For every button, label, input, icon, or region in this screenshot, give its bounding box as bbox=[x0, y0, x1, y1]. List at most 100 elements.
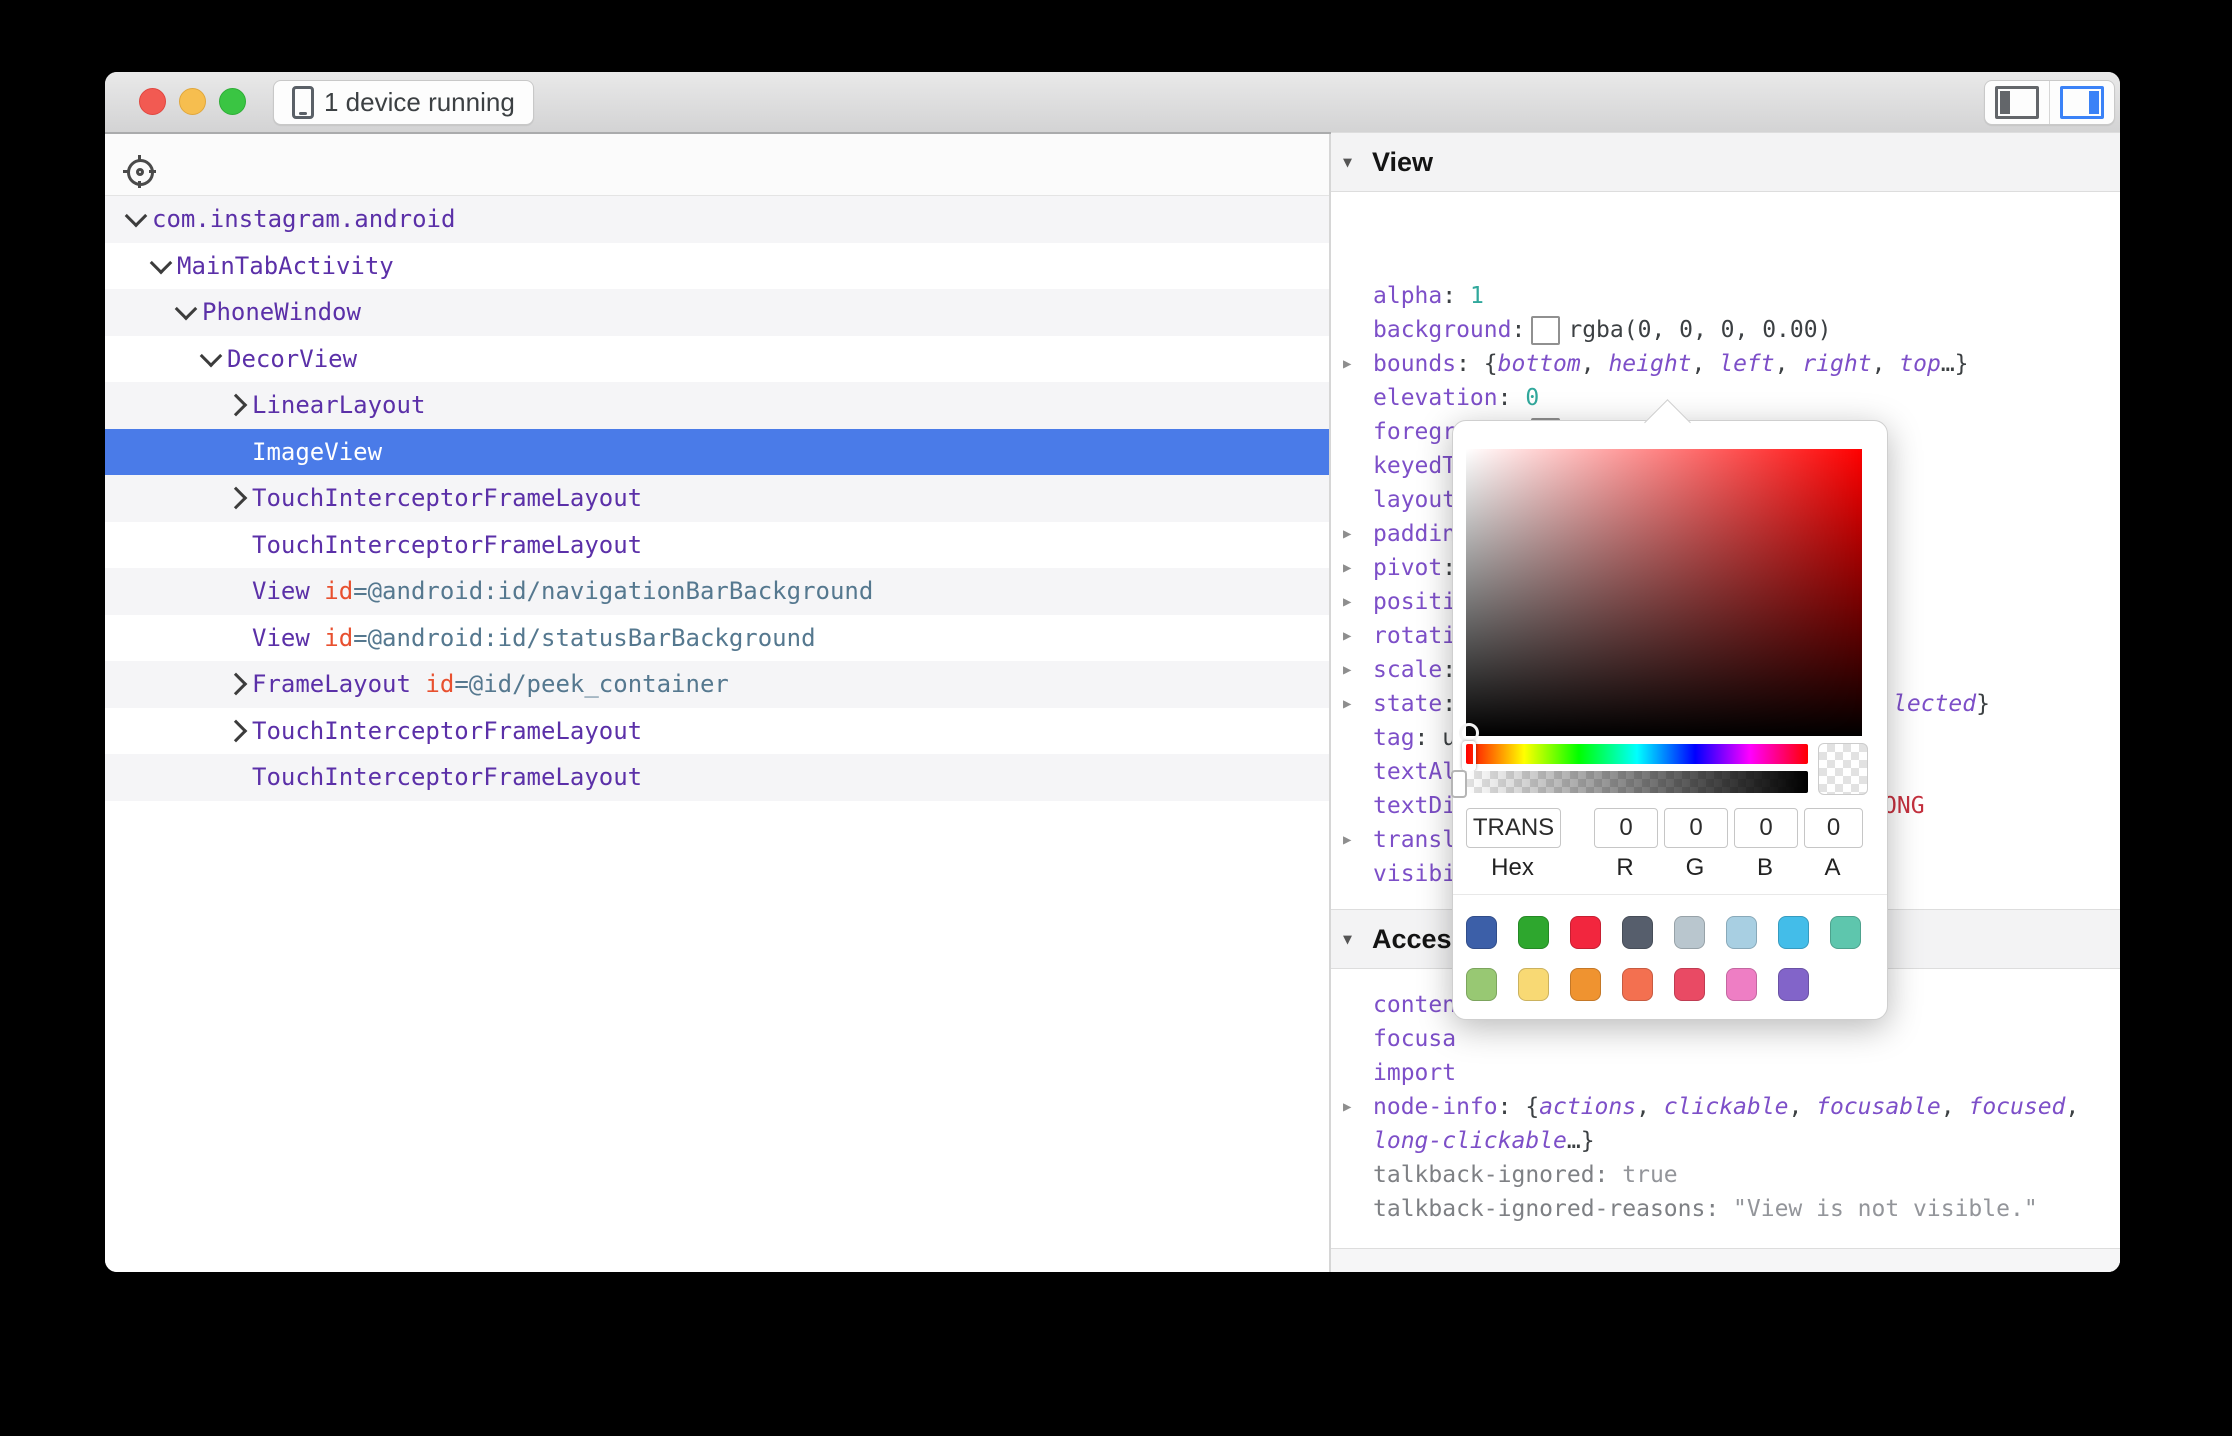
close-window-button[interactable] bbox=[139, 88, 166, 115]
disclosure-triangle-icon[interactable]: ▶ bbox=[1343, 560, 1351, 576]
property-row[interactable]: ▶bounds: {bottom, height, left, right, t… bbox=[1331, 347, 1969, 381]
palette-swatch[interactable] bbox=[1674, 916, 1705, 949]
palette-swatch[interactable] bbox=[1778, 916, 1809, 949]
palette-swatch[interactable] bbox=[1726, 916, 1757, 949]
property-row[interactable]: alpha: 1 bbox=[1331, 279, 1484, 313]
view-hierarchy-tree: com.instagram.androidMainTabActivityPhon… bbox=[105, 196, 1329, 801]
tree-row-decorview[interactable]: DecorView bbox=[105, 336, 1329, 383]
zoom-window-button[interactable] bbox=[219, 88, 246, 115]
hue-slider[interactable] bbox=[1466, 744, 1808, 764]
property-name: rotati bbox=[1373, 623, 1456, 649]
property-value: …} bbox=[1567, 1128, 1595, 1154]
property-row[interactable]: ▶ rotati bbox=[1331, 619, 1456, 653]
alpha-slider-handle[interactable] bbox=[1451, 770, 1467, 798]
hue-slider-handle[interactable] bbox=[1462, 741, 1476, 771]
color-preview-swatch bbox=[1818, 743, 1868, 795]
disclosure-triangle-icon[interactable]: ▶ bbox=[1343, 356, 1351, 372]
property-row[interactable]: talkback-ignored: true bbox=[1331, 1158, 1678, 1192]
palette-swatch[interactable] bbox=[1778, 968, 1809, 1001]
property-row[interactable]: ▶scale: bbox=[1331, 653, 1456, 687]
palette-swatch[interactable] bbox=[1570, 968, 1601, 1001]
disclosure-triangle-icon[interactable]: ▶ bbox=[1343, 526, 1351, 542]
tree-row-view[interactable]: View id=@android:id/statusBarBackground bbox=[105, 615, 1329, 662]
palette-swatch[interactable] bbox=[1830, 916, 1861, 949]
phone-icon bbox=[292, 86, 314, 119]
property-row[interactable]: ▶transl bbox=[1331, 823, 1456, 857]
property-row[interactable]: tag: u bbox=[1331, 721, 1456, 755]
property-row[interactable]: long-clickable…} bbox=[1331, 1124, 1595, 1158]
tree-row-touchinterceptorframelayout[interactable]: TouchInterceptorFrameLayout bbox=[105, 522, 1329, 569]
property-value: , bbox=[1775, 351, 1803, 377]
disclosure-triangle-icon[interactable]: ▶ bbox=[1343, 1099, 1351, 1115]
toggle-left-panel-button[interactable] bbox=[1985, 81, 2049, 124]
tree-row-touchinterceptorframelayout[interactable]: TouchInterceptorFrameLayout bbox=[105, 475, 1329, 522]
tree-row-touchinterceptorframelayout[interactable]: TouchInterceptorFrameLayout bbox=[105, 708, 1329, 755]
panel-footer-area bbox=[1331, 1248, 2120, 1272]
palette-swatch[interactable] bbox=[1466, 968, 1497, 1001]
property-value: : { bbox=[1498, 1094, 1540, 1120]
property-row[interactable]: import bbox=[1331, 1056, 1456, 1090]
disclosure-triangle-icon[interactable]: ▶ bbox=[1343, 662, 1351, 678]
property-row[interactable]: textAl bbox=[1331, 755, 1456, 789]
property-row[interactable]: layout bbox=[1331, 483, 1456, 517]
property-row[interactable]: focusa bbox=[1331, 1022, 1456, 1056]
property-row[interactable]: background:rgba(0, 0, 0, 0.00) bbox=[1331, 313, 1831, 347]
panel-toggle-group bbox=[1984, 80, 2115, 125]
disclosure-triangle-icon[interactable]: ▶ bbox=[1343, 832, 1351, 848]
property-row[interactable]: ▶positi bbox=[1331, 585, 1456, 619]
red-input[interactable]: 0 bbox=[1594, 808, 1658, 848]
property-row[interactable]: visibi bbox=[1331, 857, 1456, 891]
alpha-slider[interactable] bbox=[1466, 771, 1808, 793]
palette-swatch[interactable] bbox=[1674, 968, 1705, 1001]
palette-swatch[interactable] bbox=[1518, 916, 1549, 949]
property-value: , bbox=[2065, 1094, 2079, 1120]
hex-input[interactable]: TRANS bbox=[1466, 808, 1561, 848]
property-row[interactable]: textDi bbox=[1331, 789, 1456, 823]
property-value: , bbox=[1636, 1094, 1664, 1120]
device-running-label: 1 device running bbox=[324, 87, 515, 118]
tree-node-label: FrameLayout bbox=[252, 670, 411, 698]
tree-row-phonewindow[interactable]: PhoneWindow bbox=[105, 289, 1329, 336]
color-value-swatch[interactable] bbox=[1531, 316, 1560, 345]
property-row[interactable]: ▶paddin bbox=[1331, 517, 1456, 551]
blue-input[interactable]: 0 bbox=[1734, 808, 1798, 848]
device-running-button[interactable]: 1 device running bbox=[273, 80, 534, 125]
property-row[interactable]: ▶pivot: bbox=[1331, 551, 1456, 585]
tree-row-touchinterceptorframelayout[interactable]: TouchInterceptorFrameLayout bbox=[105, 754, 1329, 801]
palette-swatch[interactable] bbox=[1622, 968, 1653, 1001]
target-locator-icon[interactable] bbox=[123, 155, 157, 189]
tree-row-com.instagram.android[interactable]: com.instagram.android bbox=[105, 196, 1329, 243]
property-name: layout bbox=[1373, 487, 1456, 513]
minimize-window-button[interactable] bbox=[179, 88, 206, 115]
tree-node-label: View bbox=[252, 624, 310, 652]
tree-row-maintabactivity[interactable]: MainTabActivity bbox=[105, 243, 1329, 290]
tree-row-linearlayout[interactable]: LinearLayout bbox=[105, 382, 1329, 429]
property-name: scale bbox=[1373, 657, 1442, 683]
disclosure-triangle-icon[interactable]: ▶ bbox=[1343, 696, 1351, 712]
palette-swatch[interactable] bbox=[1466, 916, 1497, 949]
disclosure-triangle-icon[interactable]: ▶ bbox=[1343, 628, 1351, 644]
property-row[interactable]: elevation: 0 bbox=[1331, 381, 1539, 415]
gradient-cursor[interactable] bbox=[1459, 723, 1479, 743]
palette-swatch[interactable] bbox=[1622, 916, 1653, 949]
tree-row-framelayout[interactable]: FrameLayout id=@id/peek_container bbox=[105, 661, 1329, 708]
property-row[interactable]: ▶state: bbox=[1331, 687, 1456, 721]
property-row[interactable]: ▶node-info: {actions, clickable, focusab… bbox=[1331, 1090, 2079, 1124]
disclosure-triangle-icon[interactable]: ▶ bbox=[1343, 594, 1351, 610]
property-value: …} bbox=[1941, 351, 1969, 377]
property-row[interactable]: conten bbox=[1331, 988, 1456, 1022]
saturation-value-gradient[interactable] bbox=[1466, 449, 1862, 736]
alpha-input[interactable]: 0 bbox=[1804, 808, 1863, 848]
toggle-right-panel-button[interactable] bbox=[2049, 81, 2114, 124]
palette-swatch[interactable] bbox=[1570, 916, 1601, 949]
property-value: 0 bbox=[1525, 385, 1539, 411]
property-row[interactable]: talkback-ignored-reasons: "View is not v… bbox=[1331, 1192, 2038, 1226]
tree-row-imageview[interactable]: ImageView bbox=[105, 429, 1329, 476]
tree-row-view[interactable]: View id=@android:id/navigationBarBackgro… bbox=[105, 568, 1329, 615]
palette-swatch[interactable] bbox=[1518, 968, 1549, 1001]
property-value: height bbox=[1608, 351, 1691, 377]
id-attribute-name: id bbox=[411, 670, 454, 698]
palette-swatch[interactable] bbox=[1726, 968, 1757, 1001]
green-input[interactable]: 0 bbox=[1664, 808, 1728, 848]
view-section-header[interactable]: ▼ View bbox=[1331, 132, 2120, 192]
